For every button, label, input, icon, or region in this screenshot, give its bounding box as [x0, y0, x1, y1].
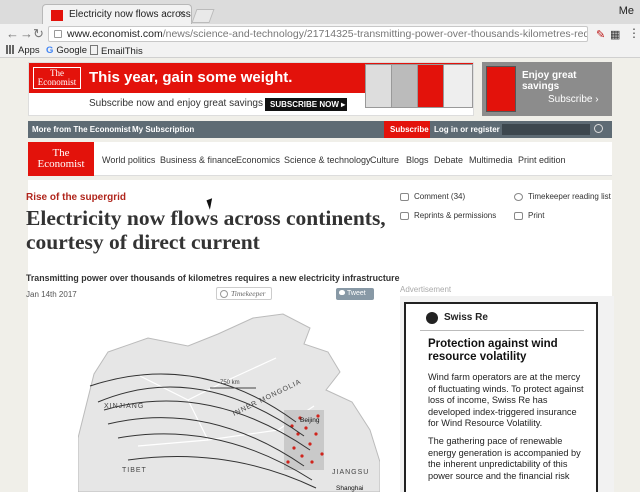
bookmarks-bar: Apps G Google EmailThis — [0, 44, 640, 58]
leaderboard-ad-side[interactable]: Enjoy great savings Subscribe › — [482, 62, 612, 116]
login-link[interactable]: Log in or register — [434, 125, 500, 134]
ad-economist-logo: The Economist — [33, 67, 81, 89]
google-icon: G — [46, 45, 54, 56]
comment-icon — [400, 193, 409, 201]
nav-culture[interactable]: Culture — [370, 155, 399, 165]
magazine-cover — [443, 64, 473, 108]
economist-logo[interactable]: The Economist — [28, 142, 94, 176]
web-page: The Economist This year, gain some weigh… — [0, 58, 640, 492]
print-link[interactable]: Print — [528, 211, 544, 220]
article-flytitle: Rise of the supergrid — [26, 192, 127, 203]
article-rubric: Transmitting power over thousands of kil… — [26, 273, 400, 283]
swiss-re-logo-icon — [426, 312, 438, 324]
timekeeper-icon — [220, 290, 228, 298]
map-scale-label: 750 km — [220, 380, 240, 386]
profile-button[interactable]: Me — [619, 5, 634, 17]
nav-science-technology[interactable]: Science & technology — [284, 155, 371, 165]
advert-paragraph: The gathering pace of renewable energy g… — [428, 436, 581, 481]
browser-tab[interactable]: Electricity now flows across co × — [42, 4, 192, 24]
swiss-re-ad[interactable]: Swiss Re Protection against wind resourc… — [404, 302, 598, 492]
leaderboard-ad[interactable]: The Economist This year, gain some weigh… — [28, 62, 612, 116]
url-path: /news/science-and-technology/21714325-tr… — [162, 28, 587, 40]
reload-icon[interactable]: ↻ — [33, 26, 44, 42]
tweet-button[interactable]: Tweet — [336, 288, 374, 300]
advert-panel: Swiss Re Protection against wind resourc… — [400, 296, 614, 492]
browser-toolbar: ← → ↻ www.economist.com/news/science-and… — [0, 24, 640, 44]
timekeeper-reading-list-link[interactable]: Timekeeper reading list — [528, 192, 611, 201]
map-label-tibet: TIBET — [122, 467, 147, 474]
map-label-xinjiang: XINJIANG — [104, 403, 144, 410]
reprints-icon — [400, 212, 409, 220]
close-tab-icon[interactable]: × — [179, 8, 185, 20]
advert-brand: Swiss Re — [444, 312, 488, 323]
twitter-bird-icon — [339, 290, 345, 295]
comment-link[interactable]: Comment (34) — [414, 192, 465, 201]
page-icon — [90, 45, 98, 55]
ad-magazine-covers — [363, 64, 473, 112]
reprints-link[interactable]: Reprints & permissions — [414, 211, 496, 220]
new-tab-button[interactable] — [191, 9, 215, 23]
more-from-economist-link[interactable]: More from The Economist — [32, 125, 131, 134]
divider — [420, 330, 584, 331]
tab-title: Electricity now flows across co — [69, 9, 192, 20]
forward-arrow-icon[interactable]: → — [20, 26, 33, 41]
print-icon — [514, 212, 523, 220]
my-subscription-link[interactable]: My Subscription — [132, 125, 194, 134]
timekeeper-icon — [514, 193, 523, 201]
article-area: Rise of the supergrid Electricity now fl… — [26, 180, 614, 492]
timekeeper-button[interactable]: Timekeeper — [216, 287, 272, 300]
ad-tagline: Subscribe now and enjoy great savings — [89, 98, 263, 109]
advertisement-label: Advertisement — [400, 285, 452, 294]
economist-favicon-icon — [51, 10, 63, 21]
ad-headline: This year, gain some weight. — [89, 69, 293, 86]
bookmark-apps[interactable]: Apps — [6, 45, 40, 56]
top-bar: More from The Economist My Subscription … — [28, 121, 612, 138]
search-icon[interactable] — [594, 124, 603, 133]
magazine-cover — [486, 66, 516, 112]
nav-business-finance[interactable]: Business & finance — [160, 155, 237, 165]
nav-debate[interactable]: Debate — [434, 155, 463, 165]
map-label-shanghai: Shanghai — [336, 485, 363, 492]
address-bar[interactable]: www.economist.com/news/science-and-techn… — [48, 26, 588, 42]
ad-side-text: Enjoy great savings — [522, 70, 577, 92]
leaderboard-ad-main[interactable]: The Economist This year, gain some weigh… — [28, 62, 474, 116]
extension-icon[interactable]: ▦ — [610, 28, 620, 41]
browser-menu-icon[interactable]: ⋮ — [628, 26, 640, 40]
bookmark-google[interactable]: G Google — [46, 45, 87, 56]
page-info-icon[interactable] — [54, 30, 62, 38]
subscribe-button[interactable]: Subscribe — [384, 121, 430, 138]
nav-economics[interactable]: Economics — [236, 155, 280, 165]
china-power-map: 750 km XINJIANG INNER MONGOLIA Beijing T… — [78, 313, 380, 492]
article-headline: Electricity now flows across continents,… — [26, 206, 386, 254]
nav-print-edition[interactable]: Print edition — [518, 155, 566, 165]
map-label-beijing: Beijing — [300, 417, 320, 424]
extension-icon[interactable]: ✎ — [596, 28, 605, 41]
advert-paragraph: Wind farm operators are at the mercy of … — [428, 372, 584, 428]
ad-subscribe-button[interactable]: SUBSCRIBE NOW ▸ — [265, 98, 347, 111]
map-label-jiangsu: JIANGSU — [332, 469, 369, 476]
nav-blogs[interactable]: Blogs — [406, 155, 429, 165]
nav-multimedia[interactable]: Multimedia — [469, 155, 513, 165]
bookmark-emailthis[interactable]: EmailThis — [90, 45, 143, 57]
advert-title: Protection against wind resource volatil… — [428, 338, 558, 363]
browser-tab-bar: Electricity now flows across co × Me — [0, 0, 640, 24]
ad-side-subscribe-link[interactable]: Subscribe › — [548, 94, 599, 105]
main-nav: The Economist World politics Business & … — [28, 142, 612, 176]
apps-grid-icon — [6, 45, 15, 54]
nav-world-politics[interactable]: World politics — [102, 155, 155, 165]
search-input[interactable] — [502, 124, 590, 135]
back-arrow-icon[interactable]: ← — [6, 26, 19, 41]
article-date: Jan 14th 2017 — [26, 290, 77, 299]
url-host: www.economist.com — [67, 28, 163, 40]
